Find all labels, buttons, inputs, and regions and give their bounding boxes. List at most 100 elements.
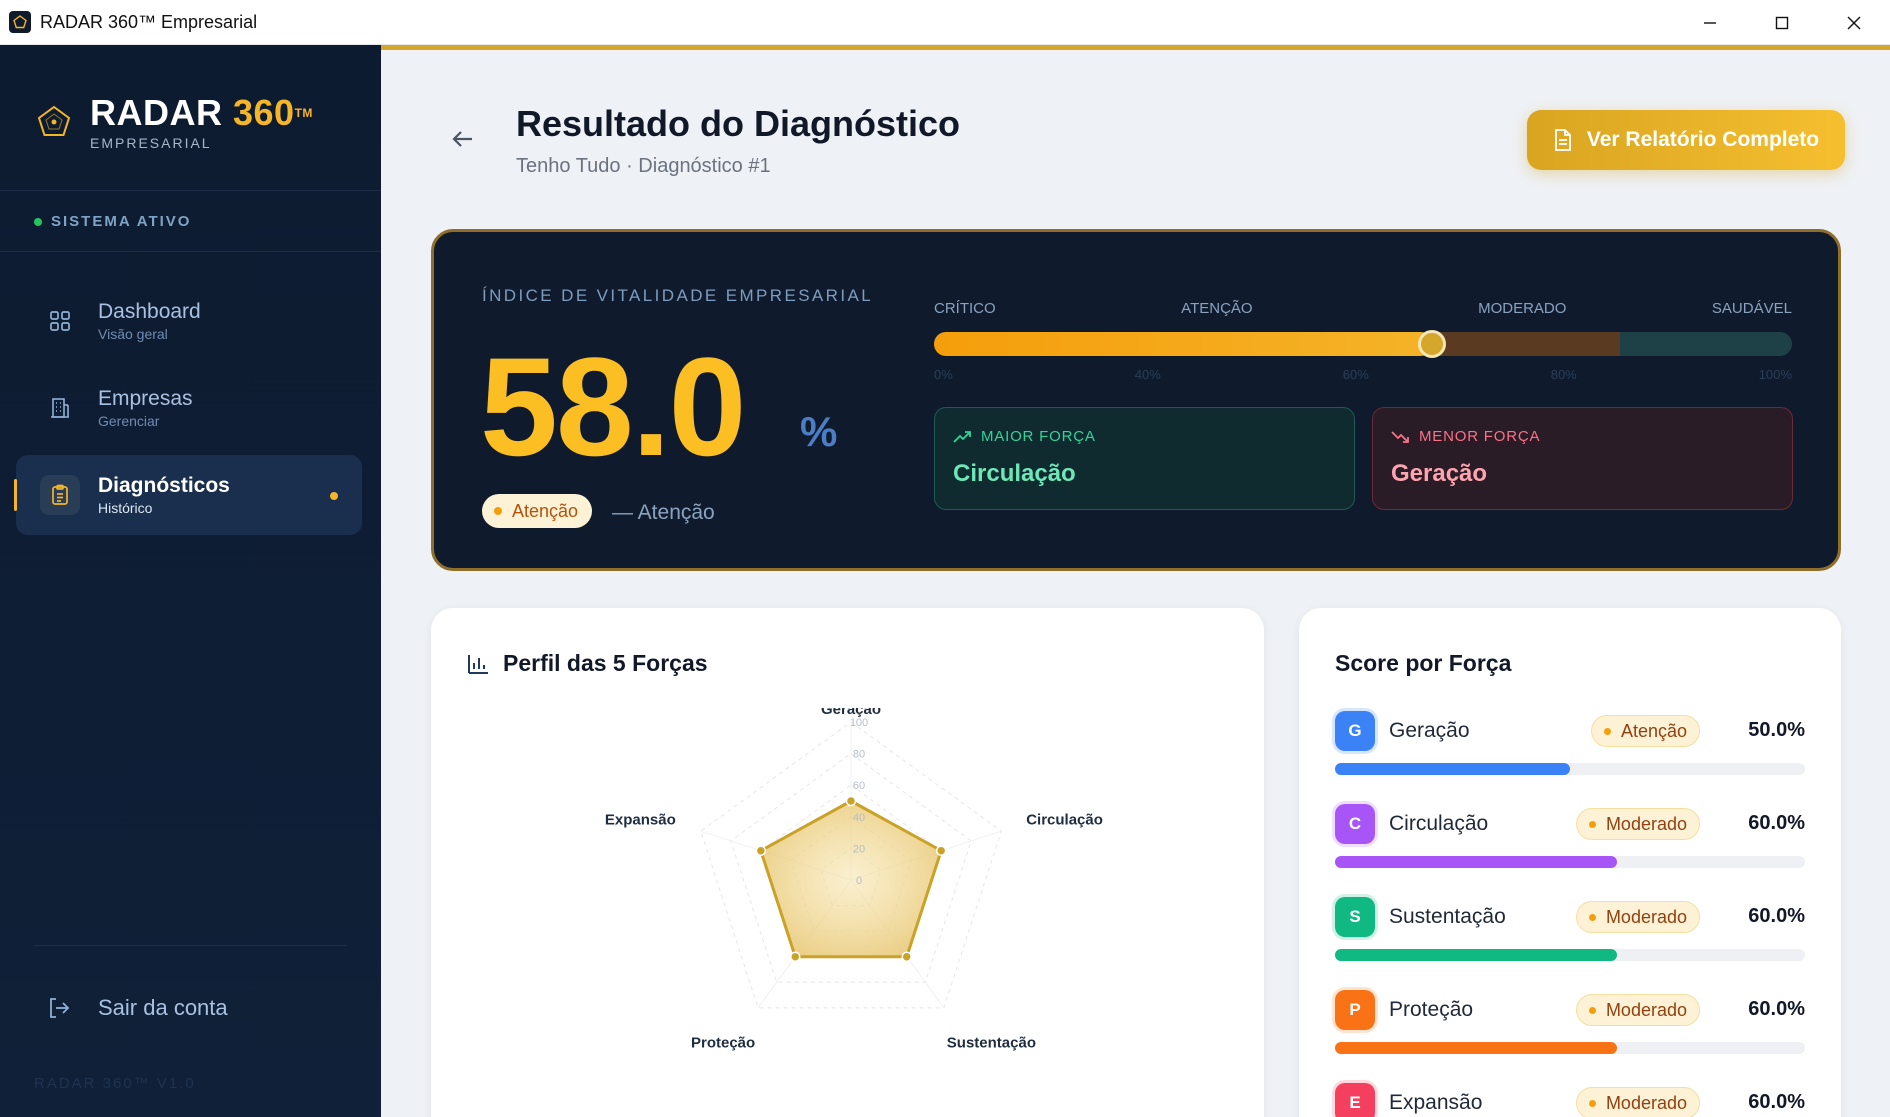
- weakest-force-value: Geração: [1391, 460, 1488, 487]
- radar-data-point: [755, 845, 767, 856]
- page-subtitle: Tenho Tudo · Diagnóstico #1: [516, 155, 771, 177]
- forces-profile-panel: Perfil das 5 Forças 0 20 40 60 80 100 Geração C…: [431, 608, 1264, 1117]
- radar-tick-label: 60: [853, 780, 865, 792]
- force-status-badge: Moderado: [1575, 901, 1700, 933]
- force-status-badge: Atenção: [1590, 715, 1700, 747]
- bar-chart-icon: [468, 654, 488, 674]
- maximize-icon[interactable]: [1746, 0, 1818, 45]
- view-report-button[interactable]: Ver Relatório Completo: [1527, 110, 1845, 170]
- status-description: — Atenção: [612, 501, 715, 524]
- force-name: Proteção: [1389, 998, 1474, 1021]
- sidebar-item-diagnosticos[interactable]: Diagnósticos Histórico: [14, 455, 362, 535]
- radar-tick-label: 80: [853, 749, 865, 761]
- sidebar-item-label: Empresas: [98, 387, 193, 410]
- radar-data-point: [935, 845, 947, 856]
- gauge-tick: 80%: [1550, 367, 1577, 382]
- sidebar: RADAR 360TM EMPRESARIAL SISTEMA ATIVO Da…: [0, 45, 381, 1117]
- radar-tick-label: 20: [853, 843, 865, 855]
- radar-axis-label: Geração: [821, 708, 881, 718]
- gauge-tick: 40%: [1134, 367, 1161, 382]
- score-row: P Proteção Moderado 60.0%: [1335, 990, 1805, 1070]
- scale-label: MODERADO: [1478, 300, 1567, 317]
- score-row: S Sustentação Moderado 60.0%: [1335, 897, 1805, 977]
- radar-tick-label: 0: [856, 875, 862, 887]
- sidebar-divider: [34, 945, 347, 946]
- force-progress-fill: [1335, 763, 1570, 775]
- window-titlebar: RADAR 360™ Empresarial: [0, 0, 1890, 45]
- force-letter-badge: S: [1335, 897, 1375, 937]
- radar-data-point: [901, 951, 912, 962]
- force-progress-track: [1335, 856, 1805, 868]
- radar-data-polygon: [759, 799, 943, 959]
- score-row: C Circulação Moderado 60.0%: [1335, 804, 1805, 884]
- force-name: Geração: [1389, 719, 1470, 742]
- force-name: Circulação: [1389, 812, 1489, 835]
- grid-icon: [40, 301, 80, 341]
- app-icon: [9, 11, 31, 33]
- radar-data-point: [845, 795, 857, 807]
- accent-line: [381, 45, 1890, 50]
- radar-axis-label: Sustentação: [947, 1035, 1036, 1052]
- radar-axis-label: Circulação: [1026, 811, 1103, 828]
- logout-icon: [50, 998, 70, 1018]
- page-title: Resultado do Diagnóstico: [516, 103, 961, 144]
- sidebar-item-sublabel: Histórico: [98, 500, 153, 516]
- document-icon: [1554, 129, 1571, 151]
- vitality-kicker: ÍNDICE DE VITALIDADE EMPRESARIAL: [482, 286, 874, 305]
- sidebar-divider: [0, 190, 381, 191]
- close-icon[interactable]: [1818, 0, 1890, 45]
- force-status-badge: Moderado: [1575, 808, 1700, 840]
- brand[interactable]: RADAR 360TM EMPRESARIAL: [34, 93, 313, 151]
- vitality-gauge: [934, 330, 1792, 358]
- active-indicator: [14, 479, 17, 511]
- building-icon: [40, 388, 80, 428]
- force-letter-badge: E: [1335, 1083, 1375, 1117]
- radar-data-point: [790, 951, 801, 962]
- brand-title: RADAR 360TM: [90, 92, 313, 133]
- logout-label: Sair da conta: [98, 995, 228, 1020]
- window-title: RADAR 360™ Empresarial: [40, 11, 258, 32]
- radar-logo-icon: [37, 105, 71, 136]
- weakest-force-card: MENOR FORÇA Geração: [1372, 407, 1793, 510]
- vitality-unit: %: [800, 408, 838, 455]
- weakest-force-label: MENOR FORÇA: [1391, 428, 1540, 445]
- force-progress-track: [1335, 1042, 1805, 1054]
- force-progress-track: [1335, 763, 1805, 775]
- score-by-force-panel: Score por Força G Geração Atenção 50.0% C Cir…: [1299, 608, 1841, 1117]
- force-progress-fill: [1335, 1042, 1617, 1054]
- vitality-index-card: ÍNDICE DE VITALIDADE EMPRESARIAL 58.0 % …: [431, 229, 1841, 571]
- trending-up-icon: [953, 430, 971, 443]
- clipboard-icon: [40, 475, 80, 515]
- force-name: Sustentação: [1389, 905, 1506, 928]
- score-row: G Geração Atenção 50.0%: [1335, 711, 1805, 791]
- strongest-force-label: MAIOR FORÇA: [953, 428, 1096, 445]
- gauge-knob: [1417, 330, 1446, 358]
- radar-axis-label: Expansão: [605, 811, 676, 828]
- system-status: SISTEMA ATIVO: [34, 213, 191, 230]
- scale-labels: CRÍTICO ATENÇÃO MODERADO SAUDÁVEL: [934, 300, 1792, 317]
- minimize-icon[interactable]: [1674, 0, 1746, 45]
- force-percentage: 60.0%: [1748, 905, 1805, 927]
- status-dot: [34, 217, 42, 226]
- force-letter-badge: G: [1335, 711, 1375, 751]
- brand-subtitle: EMPRESARIAL: [90, 135, 212, 151]
- radar-tick-label: 40: [853, 812, 865, 824]
- gauge-tick: 100%: [1758, 367, 1792, 382]
- gauge-tick: 60%: [1342, 367, 1369, 382]
- force-progress-track: [1335, 949, 1805, 961]
- view-report-label: Ver Relatório Completo: [1586, 128, 1820, 151]
- back-arrow-icon[interactable]: [449, 125, 477, 153]
- panel-title: Perfil das 5 Forças: [467, 650, 708, 677]
- force-percentage: 60.0%: [1748, 812, 1805, 834]
- status-badge: Atenção: [482, 494, 593, 528]
- gauge-tick: 0%: [934, 367, 953, 382]
- scale-label: CRÍTICO: [934, 300, 996, 317]
- force-status-badge: Moderado: [1575, 1087, 1700, 1117]
- sidebar-item-empresas[interactable]: Empresas Gerenciar: [16, 368, 362, 448]
- panel-title: Score por Força: [1335, 650, 1512, 676]
- force-letter-badge: P: [1335, 990, 1375, 1030]
- logout-button[interactable]: Sair da conta: [46, 995, 228, 1021]
- radar-axis-label: Proteção: [691, 1035, 755, 1052]
- gauge-ticks: 0% 40% 60% 80% 100%: [934, 367, 1792, 382]
- sidebar-item-dashboard[interactable]: Dashboard Visão geral: [16, 281, 362, 361]
